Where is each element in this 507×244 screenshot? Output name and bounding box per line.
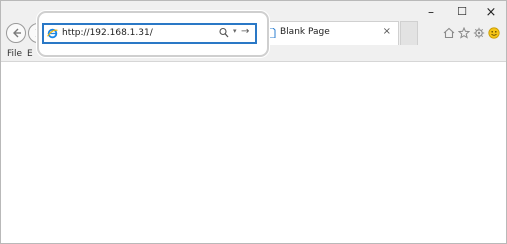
page-favicon-icon <box>268 28 276 38</box>
tab-blank-page[interactable]: Blank Page × <box>263 21 399 45</box>
ie-logo-icon <box>47 28 58 39</box>
browser-window: Blank Page × – ☐ × File E http://192.168… <box>0 0 507 244</box>
new-tab-button[interactable] <box>400 21 418 45</box>
gear-icon[interactable] <box>473 27 485 39</box>
minimize-button[interactable]: – <box>421 5 441 19</box>
back-button[interactable] <box>6 23 26 43</box>
address-dropdown-button[interactable]: ▾ <box>233 27 237 35</box>
tab-title: Blank Page <box>280 27 330 37</box>
menu-file[interactable]: File <box>7 47 22 61</box>
close-button[interactable]: × <box>481 5 501 20</box>
home-icon[interactable] <box>443 27 455 39</box>
address-bar[interactable]: http://192.168.1.31/ ▾ → <box>42 23 257 44</box>
tab-close-button[interactable]: × <box>383 26 391 37</box>
page-content <box>1 62 506 243</box>
star-icon[interactable] <box>458 27 470 39</box>
search-icon[interactable] <box>219 27 229 39</box>
address-url[interactable]: http://192.168.1.31/ <box>62 28 153 38</box>
menu-edit[interactable]: E <box>27 47 33 61</box>
smiley-icon[interactable] <box>488 27 500 39</box>
maximize-button[interactable]: ☐ <box>452 5 472 18</box>
go-button[interactable]: → <box>241 26 249 37</box>
back-icon <box>13 28 21 38</box>
